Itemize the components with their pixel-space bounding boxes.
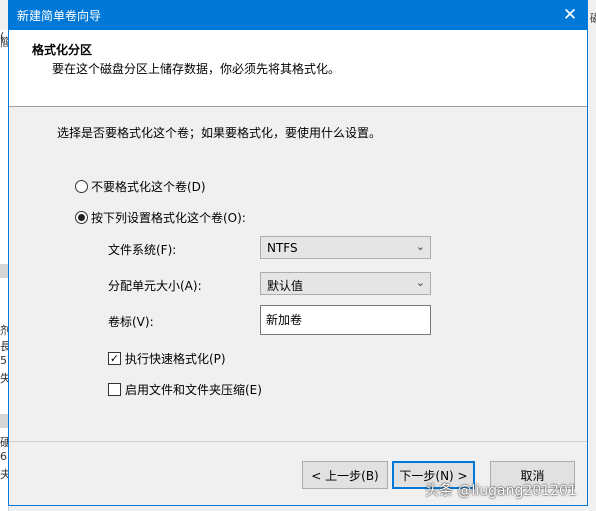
- new-simple-volume-wizard: 新建简单卷向导 ✕ 格式化分区 要在这个磁盘分区上储存数据，你必须先将其格式化。…: [8, 0, 588, 506]
- check-icon[interactable]: ✓: [108, 352, 121, 365]
- volume-label-label: 卷标(V):: [108, 315, 154, 329]
- back-button[interactable]: < 上一步(B): [302, 461, 388, 489]
- radio-format-label: 按下列设置格式化这个卷(O):: [91, 211, 246, 225]
- radio-button-unchecked[interactable]: [75, 180, 88, 193]
- background-fragment: 磁: [590, 12, 596, 25]
- volume-label-value: 新加卷: [266, 313, 303, 327]
- checkbox-empty[interactable]: [108, 383, 121, 396]
- window-title: 新建简单卷向导: [17, 9, 102, 23]
- compression-checkbox-row[interactable]: 启用文件和文件夹压缩(E): [108, 381, 262, 398]
- wizard-header: 格式化分区 要在这个磁盘分区上储存数据，你必须先将其格式化。: [9, 30, 587, 107]
- quick-format-label: 执行快速格式化(P): [125, 352, 226, 366]
- compression-label: 启用文件和文件夹压缩(E): [125, 383, 262, 397]
- volume-label-input[interactable]: 新加卷: [260, 305, 431, 335]
- close-icon[interactable]: ✕: [553, 0, 587, 30]
- footer-divider: [9, 441, 587, 442]
- filesystem-value: NTFS: [267, 241, 298, 255]
- unit-size-label: 分配单元大小(A):: [108, 279, 202, 293]
- header-title: 格式化分区: [32, 43, 93, 57]
- watermark: 头条 @liugang201201: [425, 483, 577, 499]
- unit-size-select[interactable]: 默认值 ⌄: [260, 272, 431, 295]
- filesystem-label: 文件系统(F):: [108, 243, 177, 257]
- intro-text: 选择是否要格式化这个卷；如果要格式化，要使用什么设置。: [57, 126, 382, 140]
- chevron-down-icon: ⌄: [415, 240, 425, 253]
- chevron-down-icon: ⌄: [415, 276, 425, 289]
- title-bar[interactable]: 新建简单卷向导 ✕: [9, 0, 587, 30]
- radio-no-format[interactable]: 不要格式化这个卷(D): [75, 178, 206, 195]
- radio-format[interactable]: 按下列设置格式化这个卷(O):: [75, 209, 246, 226]
- header-subtitle: 要在这个磁盘分区上储存数据，你必须先将其格式化。: [52, 62, 341, 76]
- filesystem-select[interactable]: NTFS ⌄: [260, 236, 431, 259]
- radio-no-format-label: 不要格式化这个卷(D): [91, 180, 206, 194]
- radio-button-checked[interactable]: [75, 211, 88, 224]
- unit-size-value: 默认值: [267, 279, 304, 293]
- quick-format-checkbox-row[interactable]: ✓ 执行快速格式化(P): [108, 350, 226, 367]
